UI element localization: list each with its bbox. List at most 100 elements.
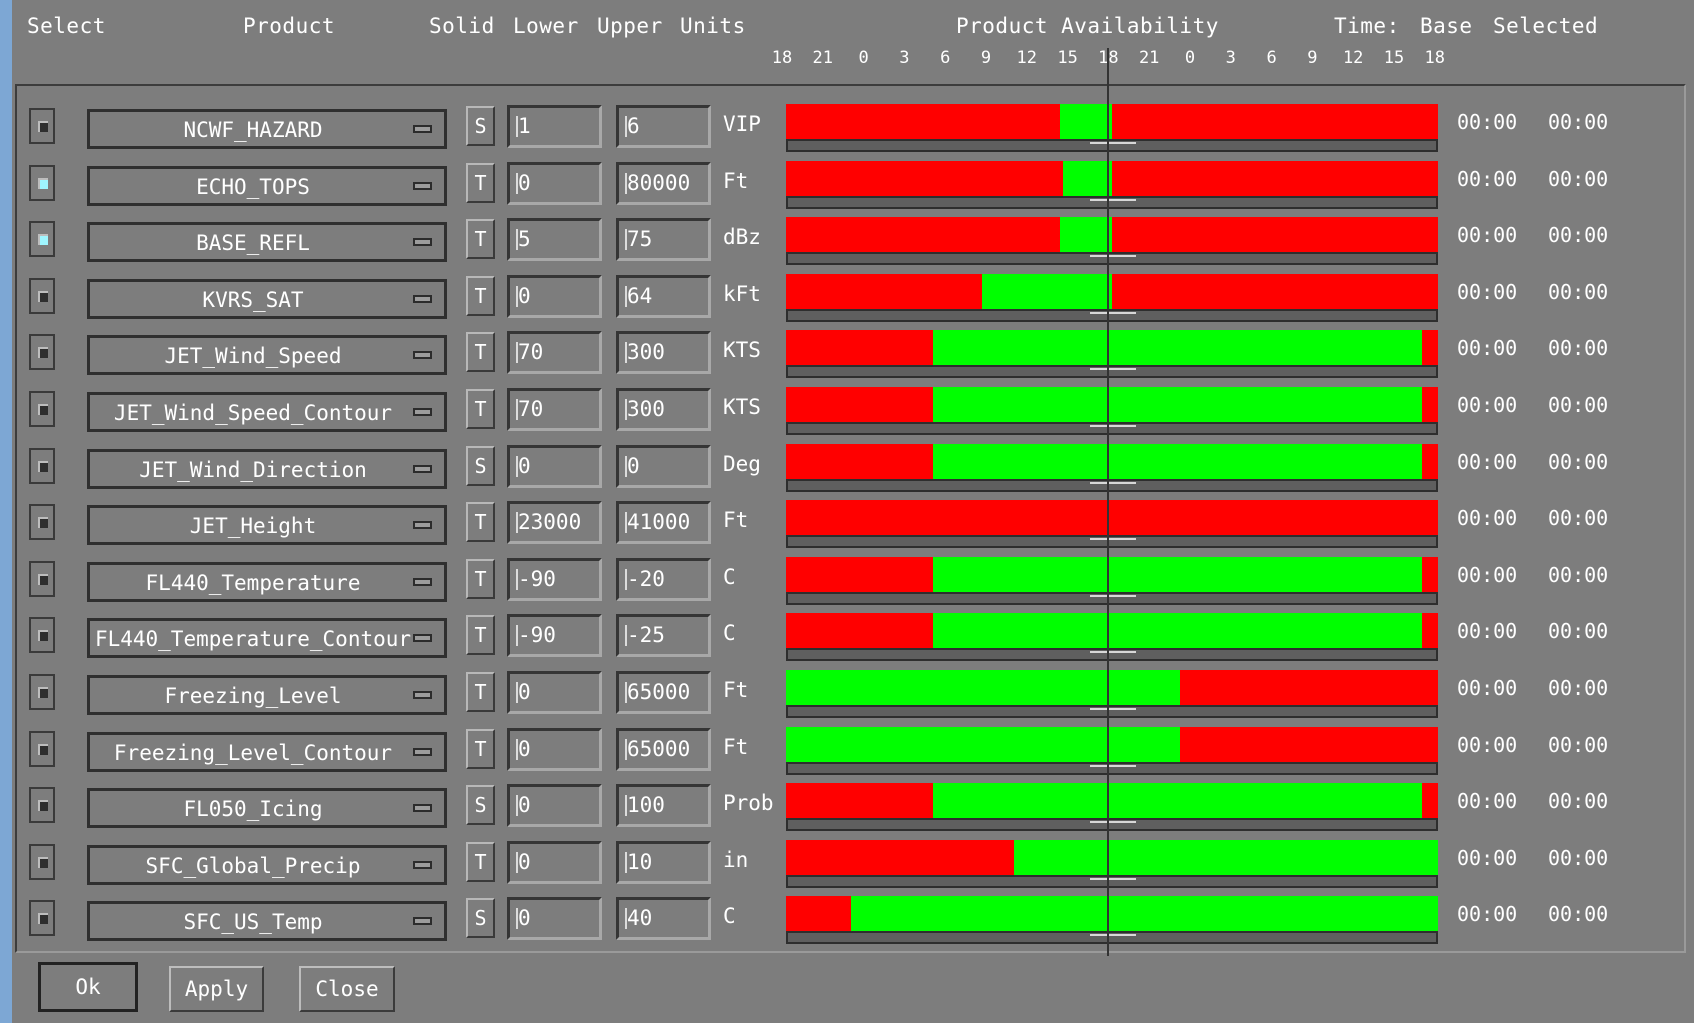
upper-field[interactable]: 10	[616, 840, 711, 884]
slider-thumb[interactable]	[1090, 311, 1136, 319]
select-toggle[interactable]	[29, 221, 55, 258]
upper-field[interactable]: 300	[616, 388, 711, 431]
product-option-menu[interactable]: JET_Height	[87, 505, 447, 546]
product-option-menu[interactable]: FL440_Temperature_Contour	[87, 618, 447, 659]
solid-toggle-button[interactable]: T	[466, 389, 495, 429]
time-slider[interactable]	[786, 591, 1438, 605]
solid-toggle-button[interactable]: T	[466, 219, 495, 260]
select-toggle[interactable]	[29, 447, 55, 484]
upper-field[interactable]: 64	[616, 274, 711, 318]
slider-thumb[interactable]	[1090, 481, 1136, 489]
apply-button[interactable]: Apply	[169, 966, 264, 1012]
lower-field[interactable]: 5	[507, 218, 602, 262]
slider-thumb[interactable]	[1090, 368, 1136, 375]
slider-thumb[interactable]	[1090, 425, 1136, 432]
lower-field[interactable]: -90	[507, 614, 602, 658]
solid-toggle-button[interactable]: T	[466, 841, 495, 882]
select-toggle[interactable]	[29, 674, 55, 710]
product-option-menu[interactable]: KVRS_SAT	[87, 278, 447, 319]
lower-field[interactable]: 0	[507, 897, 602, 941]
select-toggle[interactable]	[29, 504, 55, 541]
upper-field[interactable]: 6	[616, 105, 711, 148]
slider-thumb[interactable]	[1090, 934, 1136, 941]
slider-thumb[interactable]	[1090, 538, 1136, 545]
upper-field[interactable]: 300	[616, 331, 711, 375]
lower-field[interactable]: 0	[507, 161, 602, 205]
product-option-menu[interactable]: Freezing_Level	[87, 675, 447, 715]
select-toggle[interactable]	[29, 391, 55, 427]
lower-field[interactable]: 0	[507, 274, 602, 318]
solid-toggle-button[interactable]: T	[466, 275, 495, 316]
time-slider[interactable]	[786, 422, 1438, 435]
solid-toggle-button[interactable]: T	[466, 332, 495, 373]
product-option-menu[interactable]: JET_Wind_Speed	[87, 335, 447, 376]
select-toggle[interactable]	[29, 560, 55, 597]
product-option-menu[interactable]: NCWF_HAZARD	[87, 109, 447, 149]
upper-field[interactable]: 75	[616, 218, 711, 262]
close-button[interactable]: Close	[299, 966, 395, 1012]
solid-toggle-button[interactable]: T	[466, 728, 495, 769]
slider-thumb[interactable]	[1090, 594, 1136, 602]
product-option-menu[interactable]: BASE_REFL	[87, 222, 447, 263]
slider-thumb[interactable]	[1090, 255, 1136, 262]
select-toggle[interactable]	[29, 730, 55, 767]
solid-toggle-button[interactable]: T	[466, 162, 495, 203]
ok-button[interactable]: Ok	[38, 962, 138, 1012]
slider-thumb[interactable]	[1090, 877, 1136, 885]
select-toggle[interactable]	[29, 164, 55, 201]
lower-field[interactable]: 70	[507, 331, 602, 375]
time-slider[interactable]	[786, 365, 1438, 379]
lower-field[interactable]: 0	[507, 444, 602, 488]
lower-field[interactable]: 23000	[507, 501, 602, 545]
select-toggle[interactable]	[29, 277, 55, 314]
lower-field[interactable]: 1	[507, 105, 602, 148]
upper-field[interactable]: 40	[616, 897, 711, 941]
solid-toggle-button[interactable]: T	[466, 672, 495, 712]
select-toggle[interactable]	[29, 108, 55, 144]
product-option-menu[interactable]: JET_Wind_Direction	[87, 448, 447, 489]
lower-field[interactable]: 0	[507, 840, 602, 884]
solid-toggle-button[interactable]: S	[466, 106, 495, 146]
time-slider[interactable]	[786, 761, 1438, 775]
upper-field[interactable]: 41000	[616, 501, 711, 545]
slider-thumb[interactable]	[1090, 651, 1136, 658]
solid-toggle-button[interactable]: T	[466, 558, 495, 599]
time-slider[interactable]	[786, 931, 1438, 945]
solid-toggle-button[interactable]: S	[466, 445, 495, 486]
time-slider[interactable]	[786, 308, 1438, 322]
time-slider[interactable]	[786, 874, 1438, 888]
time-slider[interactable]	[786, 139, 1438, 152]
product-option-menu[interactable]: SFC_Global_Precip	[87, 844, 447, 885]
time-slider[interactable]	[786, 478, 1438, 492]
product-option-menu[interactable]: FL440_Temperature	[87, 561, 447, 602]
select-toggle[interactable]	[29, 900, 55, 937]
upper-field[interactable]: 80000	[616, 161, 711, 205]
product-option-menu[interactable]: ECHO_TOPS	[87, 165, 447, 206]
select-toggle[interactable]	[29, 334, 55, 371]
product-option-menu[interactable]: JET_Wind_Speed_Contour	[87, 392, 447, 432]
upper-field[interactable]: 100	[616, 784, 711, 828]
time-slider[interactable]	[786, 648, 1438, 662]
lower-field[interactable]: -90	[507, 557, 602, 601]
upper-field[interactable]: 0	[616, 444, 711, 488]
select-toggle[interactable]	[29, 617, 55, 654]
time-slider[interactable]	[786, 195, 1438, 209]
solid-toggle-button[interactable]: S	[466, 785, 495, 826]
lower-field[interactable]: 70	[507, 388, 602, 431]
solid-toggle-button[interactable]: S	[466, 898, 495, 939]
select-toggle[interactable]	[29, 843, 55, 880]
slider-thumb[interactable]	[1090, 764, 1136, 772]
product-option-menu[interactable]: FL050_Icing	[87, 788, 447, 829]
select-toggle[interactable]	[29, 787, 55, 824]
upper-field[interactable]: -20	[616, 557, 711, 601]
lower-field[interactable]: 0	[507, 671, 602, 714]
time-slider[interactable]	[786, 252, 1438, 266]
solid-toggle-button[interactable]: T	[466, 502, 495, 543]
slider-thumb[interactable]	[1090, 142, 1136, 149]
upper-field[interactable]: -25	[616, 614, 711, 658]
slider-thumb[interactable]	[1090, 708, 1136, 715]
lower-field[interactable]: 0	[507, 727, 602, 771]
lower-field[interactable]: 0	[507, 784, 602, 828]
time-slider[interactable]	[786, 535, 1438, 549]
time-slider[interactable]	[786, 705, 1438, 718]
